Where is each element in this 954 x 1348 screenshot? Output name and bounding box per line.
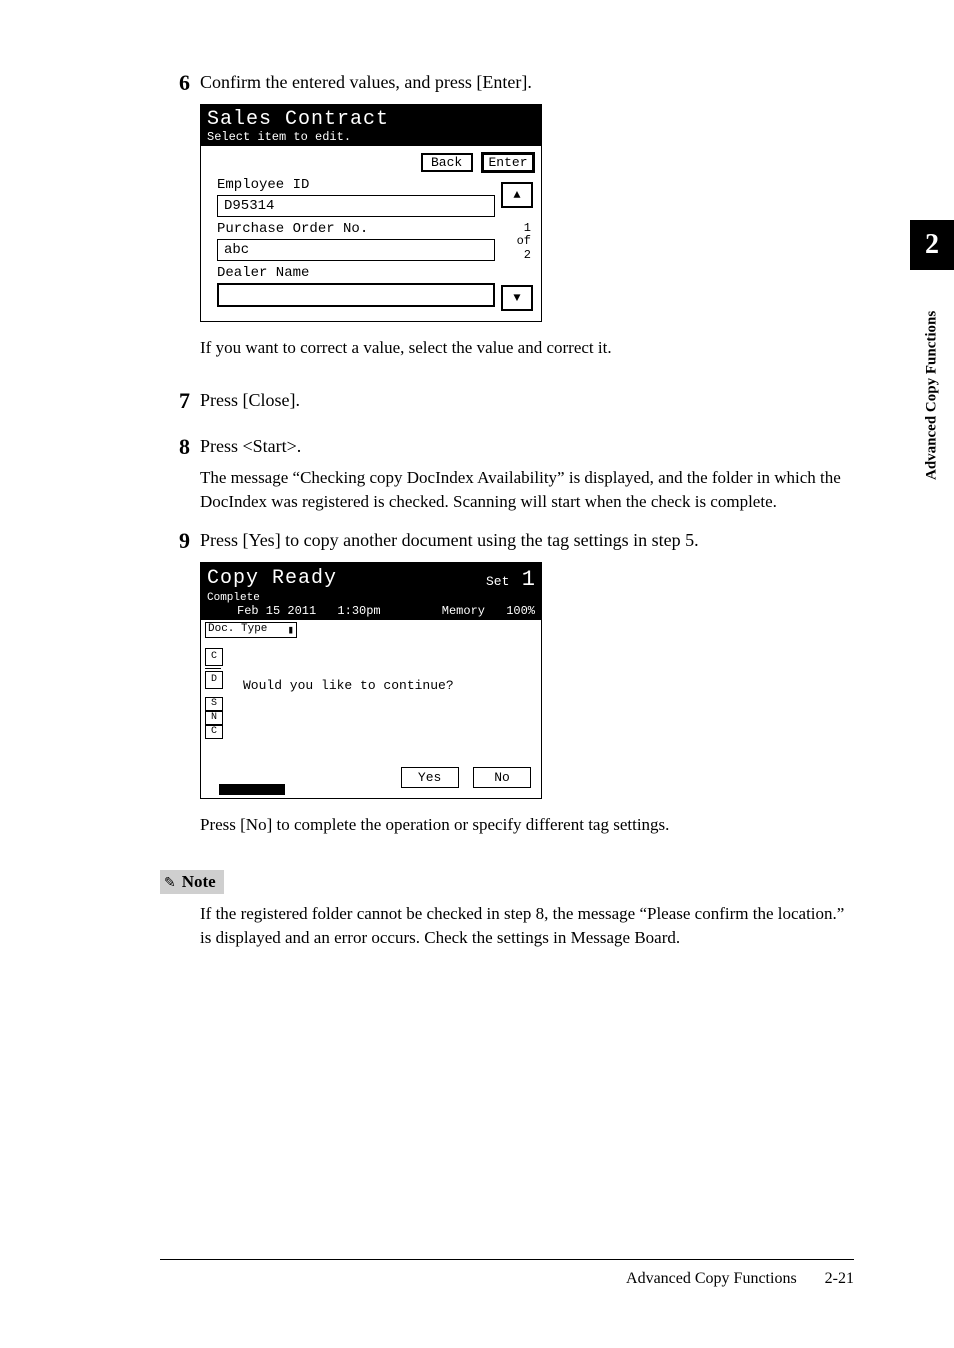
step-9-note: Press [No] to complete the operation or … [200,813,854,837]
step-7: 7 Press [Close]. [160,388,854,414]
step-number: 8 [160,434,200,460]
po-field[interactable]: abc [217,239,495,261]
step-8-note: The message “Checking copy DocIndex Avai… [200,466,854,514]
lcd-copy-ready: Copy Ready Set 1 Complete Feb 15 2011 1:… [200,562,542,799]
dealer-field[interactable] [217,283,495,307]
memory-pct: 100% [506,604,535,618]
footer-page: 2-21 [825,1270,854,1287]
side-s-icon[interactable]: S [205,697,223,711]
enter-button[interactable]: Enter [481,152,535,173]
no-button[interactable]: No [473,767,531,788]
page-total: 2 [517,249,531,262]
step-6: 6 Confirm the entered values, and press … [160,70,854,96]
side-n-icon[interactable]: N [205,711,223,725]
scroll-down-button[interactable]: ▼ [501,285,533,311]
lcd2-title: Copy Ready [207,567,337,590]
side-c2-icon[interactable]: C [205,725,223,739]
step-6-note: If you want to correct a value, select t… [200,336,854,360]
step-text: Press [Yes] to copy another document usi… [200,528,854,553]
side-icons: C D S N C [205,648,223,741]
side-c-icon[interactable]: C [205,648,223,666]
page-of: of [517,235,531,248]
step-8: 8 Press <Start>. [160,434,854,460]
yes-button[interactable]: Yes [401,767,459,788]
step-number: 6 [160,70,200,96]
step-text: Press <Start>. [200,434,854,459]
employee-id-field[interactable]: D95314 [217,195,495,217]
step-text: Confirm the entered values, and press [E… [200,70,854,95]
set-number: 1 [522,567,535,592]
note-label: Note [182,872,216,891]
lcd2-header: Copy Ready Set 1 Complete Feb 15 2011 1:… [201,563,541,620]
lcd-sales-contract: Sales Contract Select item to edit. Back… [200,104,542,322]
step-9: 9 Press [Yes] to copy another document u… [160,528,854,554]
up-icon: ▲ [513,188,520,202]
memory-label: Memory [442,604,485,618]
continue-prompt: Would you like to continue? [243,678,454,693]
close-icon: ▮ [287,623,294,637]
set-label: Set [486,574,509,589]
note-icon: ✎ [164,876,176,891]
step-text: Press [Close]. [200,388,854,413]
scroll-up-button[interactable]: ▲ [501,182,533,208]
note-text: If the registered folder cannot be check… [200,902,854,950]
step-number: 7 [160,388,200,414]
page-indicator: 1 of 2 [517,222,531,262]
lcd-subtitle: Select item to edit. [207,131,535,144]
lcd-header: Sales Contract Select item to edit. [201,105,541,146]
complete-label: Complete [207,592,535,604]
date-label: Feb 15 2011 [237,604,316,618]
side-d-icon[interactable]: D [205,671,223,689]
page-footer: Advanced Copy Functions 2-21 [160,1259,854,1288]
time-label: 1:30pm [337,604,380,618]
note-box: ✎ Note [160,870,224,894]
po-label: Purchase Order No. [217,221,535,237]
footer-section: Advanced Copy Functions [626,1270,797,1287]
dealer-label: Dealer Name [217,265,535,281]
bottom-tab [219,784,285,794]
step-number: 9 [160,528,200,554]
employee-id-label: Employee ID [217,177,535,193]
doc-type-tab[interactable]: Doc. Type ▮ [205,622,297,638]
lcd-title: Sales Contract [207,109,535,131]
down-icon: ▼ [513,291,520,305]
back-button[interactable]: Back [421,153,473,172]
